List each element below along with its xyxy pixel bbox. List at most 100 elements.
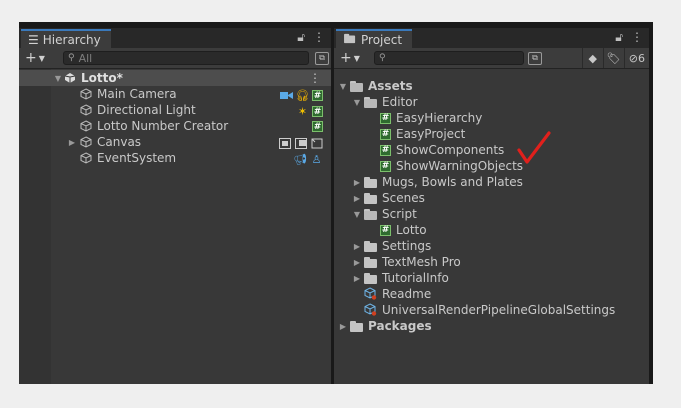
rect-transform-icon[interactable] [278, 137, 291, 150]
lock-icon[interactable]: 🔓︎ [297, 30, 305, 45]
expand-arrow-icon[interactable]: ▼ [53, 74, 63, 83]
tab-project[interactable]: Project [336, 29, 413, 48]
tree-item-label: Editor [382, 95, 418, 109]
gameobject-cube-icon [79, 119, 93, 133]
hierarchy-item-label: Lotto Number Creator [97, 119, 229, 133]
collapse-arrow-icon[interactable]: ▶ [338, 322, 348, 331]
graphic-raycaster-icon[interactable] [310, 137, 323, 150]
scene-menu-icon[interactable]: ⋮ [309, 71, 321, 85]
hidden-count: 6 [638, 51, 645, 65]
filter-by-label-button[interactable]: 🏷︎ [602, 48, 624, 68]
hidden-packages-toggle[interactable]: ⊘ 6 [623, 48, 649, 68]
project-search-input[interactable]: ⚲ [374, 51, 524, 65]
audio-listener-icon[interactable]: 🎧︎ [296, 89, 310, 102]
script-icon[interactable]: # [312, 121, 323, 132]
tree-item-script[interactable]: # EasyHierarchy [380, 110, 649, 126]
eye-slash-icon: ⊘ [628, 51, 638, 65]
tree-item-script[interactable]: # ShowComponents [380, 142, 649, 158]
project-panel: Project 🔓︎ ⋮ +▼ ⚲ ⧉ ◆ 🏷︎ ⊘6 ▼ Assets ▼ [334, 28, 649, 384]
create-asset-button[interactable]: + ▼ [334, 50, 370, 66]
hierarchy-search-input[interactable]: ⚲ All [63, 51, 309, 65]
folder-icon [364, 272, 378, 284]
directional-light-components: ✶ # [296, 105, 323, 118]
canvas-scaler-icon[interactable] [294, 137, 307, 150]
folder-icon [364, 176, 378, 188]
tree-item-assets[interactable]: ▼ Assets [338, 78, 649, 94]
tree-item-urp-settings[interactable]: UniversalRenderPipelineGlobalSettings [364, 302, 649, 318]
tree-item-tutorialinfo[interactable]: ▶ TutorialInfo [352, 270, 649, 286]
hierarchy-item-directional-light[interactable]: Directional Light [79, 102, 331, 118]
tree-item-label: Mugs, Bowls and Plates [382, 175, 523, 189]
gameobject-cube-icon [79, 135, 93, 149]
collapse-arrow-icon[interactable]: ▶ [352, 258, 362, 267]
scene-name: Lotto* [81, 71, 123, 85]
tree-item-label: EasyHierarchy [396, 111, 483, 125]
hierarchy-item-label: Directional Light [97, 103, 196, 117]
tree-item-label: ShowComponents [396, 143, 505, 157]
collapse-arrow-icon[interactable]: ▶ [352, 194, 362, 203]
search-by-type-button[interactable]: ⧉ [528, 51, 542, 65]
tree-item-lotto[interactable]: # Lotto [380, 222, 649, 238]
collapse-arrow-icon[interactable]: ▶ [352, 178, 362, 187]
kebab-menu-icon[interactable]: ⋮ [313, 30, 325, 45]
expand-arrow-icon[interactable]: ▼ [338, 82, 348, 91]
tree-item-label: EasyProject [396, 127, 466, 141]
project-tabbar: Project 🔓︎ ⋮ [334, 28, 649, 48]
hierarchy-item-lotto-number-creator[interactable]: Lotto Number Creator [79, 118, 331, 134]
folder-icon [364, 192, 378, 204]
hierarchy-gutter [19, 69, 51, 384]
canvas-components [278, 137, 323, 150]
tree-item-mugs[interactable]: ▶ Mugs, Bowls and Plates [352, 174, 649, 190]
folder-icon [343, 33, 357, 47]
scene-visibility-button[interactable]: ⧉ [315, 51, 329, 65]
filter-by-type-button[interactable]: ◆ [581, 48, 603, 68]
script-icon[interactable]: # [312, 90, 323, 101]
eventsystem-components: 📢︎ ♙ [294, 153, 323, 166]
scriptable-object-icon [364, 287, 378, 301]
scene-row[interactable]: ▼ Lotto* ⋮ [19, 70, 331, 86]
camera-icon[interactable] [280, 89, 293, 102]
kebab-menu-icon[interactable]: ⋮ [631, 30, 643, 45]
search-icon: ⚲ [379, 53, 386, 63]
input-module-icon[interactable]: ♙ [310, 153, 323, 166]
tree-item-settings[interactable]: ▶ Settings [352, 238, 649, 254]
tab-label: Project [361, 32, 403, 47]
tree-item-script-folder[interactable]: ▼ Script [352, 206, 649, 222]
tab-hierarchy[interactable]: ☰ Hierarchy [21, 29, 111, 48]
dropdown-icon: ▼ [38, 53, 45, 63]
collapse-arrow-icon[interactable]: ▶ [352, 242, 362, 251]
tree-item-scenes[interactable]: ▶ Scenes [352, 190, 649, 206]
tree-item-label: Lotto [396, 223, 427, 237]
tree-item-script[interactable]: # ShowWarningObjects [380, 158, 649, 174]
hierarchy-tabbar: ☰ Hierarchy 🔓︎ ⋮ [19, 28, 331, 48]
csharp-script-icon: # [380, 160, 391, 172]
csharp-script-icon: # [380, 144, 391, 156]
tree-item-readme[interactable]: Readme [364, 286, 649, 302]
gameobject-cube-icon [79, 87, 93, 101]
tree-item-label: TextMesh Pro [382, 255, 461, 269]
main-camera-components: 🎧︎ # [280, 89, 323, 102]
scriptable-object-icon [364, 303, 378, 317]
lock-icon[interactable]: 🔓︎ [615, 30, 623, 45]
tree-item-script[interactable]: # EasyProject [380, 126, 649, 142]
folder-open-icon [364, 208, 378, 220]
folder-icon [364, 240, 378, 252]
script-icon[interactable]: # [312, 106, 323, 117]
tree-item-label: UniversalRenderPipelineGlobalSettings [382, 303, 616, 317]
plus-icon: + [25, 50, 37, 66]
list-icon: ☰ [28, 32, 39, 47]
create-button[interactable]: + ▼ [19, 50, 55, 66]
event-system-icon[interactable]: 📢︎ [294, 153, 308, 166]
expand-arrow-icon[interactable]: ▼ [352, 98, 362, 107]
collapse-arrow-icon[interactable]: ▶ [67, 138, 77, 147]
tree-item-textmesh-pro[interactable]: ▶ TextMesh Pro [352, 254, 649, 270]
collapse-arrow-icon[interactable]: ▶ [352, 274, 362, 283]
lotto-number-creator-components: # [312, 121, 323, 132]
folder-open-icon [350, 80, 364, 92]
tree-item-packages[interactable]: ▶ Packages [338, 318, 649, 334]
expand-arrow-icon[interactable]: ▼ [352, 210, 362, 219]
light-icon[interactable]: ✶ [296, 105, 309, 118]
csharp-script-icon: # [380, 224, 391, 236]
tree-item-editor[interactable]: ▼ Editor [352, 94, 649, 110]
tree-item-label: ShowWarningObjects [396, 159, 524, 173]
